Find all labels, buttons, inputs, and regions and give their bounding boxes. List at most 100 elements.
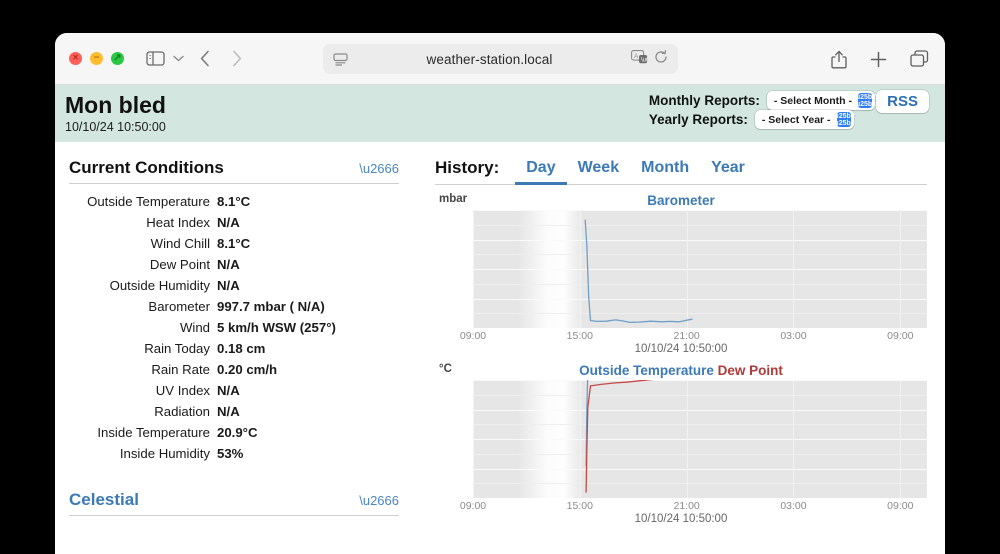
condition-label: Outside Temperature <box>87 194 210 209</box>
x-tick-label: 09:00 <box>887 330 914 342</box>
condition-label: UV Index <box>155 383 210 398</box>
condition-label: Wind Chill <box>150 236 210 251</box>
table-row: Radiation N/A <box>69 401 399 422</box>
condition-label: Dew Point <box>149 257 210 272</box>
temperature-x-labels: 09:00 15:00 21:00 03:00 09:00 <box>460 498 927 513</box>
current-conditions-title: Current Conditions <box>69 158 224 177</box>
barometer-plot-area <box>473 210 927 328</box>
chart-series-layer <box>473 210 927 328</box>
condition-value: N/A <box>217 404 240 419</box>
collapse-diamond-icon[interactable]: \u2666 <box>359 162 399 175</box>
condition-label: Outside Humidity <box>109 278 210 293</box>
condition-value: 997.7 mbar ( N/A) <box>217 299 325 314</box>
condition-value: 8.1°C <box>217 236 251 251</box>
share-icon[interactable] <box>831 50 847 69</box>
url-text: weather-station.local <box>426 51 553 67</box>
current-conditions-rows: Outside Temperature 8.1°C Heat Index N/A Win… <box>69 191 399 464</box>
close-icon: × <box>72 52 79 63</box>
tab-day[interactable]: Day <box>515 159 567 185</box>
toolbar-right-actions <box>831 33 929 85</box>
x-tick-label: 15:00 <box>566 330 593 342</box>
minimize-window-button[interactable]: − <box>90 52 103 65</box>
barometer-x-labels: 09:00 15:00 21:00 03:00 09:00 <box>460 328 927 343</box>
tab-week[interactable]: Week <box>567 159 631 185</box>
current-conditions-panel: Current Conditions \u2666 Outside Temper… <box>55 142 425 554</box>
screenshot-root: × − ↗ weather-station.local A \u6 Mon bl… <box>0 0 1000 554</box>
temperature-chart-title: Outside Temperature Dew Point <box>435 363 927 380</box>
browser-window: × − ↗ weather-station.local A \u6 Mon bl… <box>55 33 945 554</box>
condition-value: 8.1°C <box>217 194 251 209</box>
zoom-window-button[interactable]: ↗ <box>111 52 124 65</box>
minimize-icon: − <box>93 52 100 63</box>
x-tick-label: 09:00 <box>887 500 914 512</box>
condition-label: Radiation <box>154 404 210 419</box>
condition-label: Rain Today <box>144 341 210 356</box>
header-timestamp: 10/10/24 10:50:00 <box>65 119 166 134</box>
site-identity: Mon bled 10/10/24 10:50:00 <box>65 93 166 133</box>
chevron-down-icon[interactable] <box>173 55 184 62</box>
monthly-reports-row: Monthly Reports: - Select Month - \u25b2… <box>649 91 876 110</box>
condition-value: 5 km/h WSW (257°) <box>217 320 336 335</box>
series-line <box>585 220 692 322</box>
yearly-reports-select[interactable]: - Select Year - \u25b2 \u25bc <box>754 110 855 129</box>
table-row: Barometer 997.7 mbar ( N/A) <box>69 296 399 317</box>
condition-value: N/A <box>217 257 240 272</box>
condition-value: 53% <box>217 446 244 461</box>
traffic-lights: × − ↗ <box>69 52 124 65</box>
yearly-reports-label: Yearly Reports: <box>648 112 748 127</box>
address-bar[interactable]: weather-station.local A\u6587 <box>323 44 678 74</box>
barometer-chart-title: Barometer <box>647 193 715 208</box>
page-title: Mon bled <box>65 92 166 119</box>
stepper-arrows-icon: \u25b2 \u25bc <box>832 112 855 127</box>
site-header: Mon bled 10/10/24 10:50:00 Monthly Repor… <box>55 85 945 142</box>
reader-view-icon[interactable] <box>333 52 348 66</box>
chart-series-layer <box>473 380 927 498</box>
fullscreen-icon: ↗ <box>113 52 122 63</box>
browser-toolbar: × − ↗ weather-station.local A \u6 <box>55 33 945 85</box>
history-tabs: History: Day Week Month Year <box>435 158 927 185</box>
condition-label: Rain Rate <box>151 362 210 377</box>
x-tick-label: 09:00 <box>459 500 487 512</box>
condition-label: Inside Humidity <box>119 446 210 461</box>
x-tick-label: 15:00 <box>566 500 593 512</box>
history-label: History: <box>435 158 500 177</box>
tab-month[interactable]: Month <box>630 159 700 185</box>
table-row: Heat Index N/A <box>69 212 399 233</box>
tab-year[interactable]: Year <box>700 159 756 185</box>
dew-point-legend: Dew Point <box>717 363 783 378</box>
table-row: Outside Humidity N/A <box>69 275 399 296</box>
x-tick-label: 03:00 <box>780 330 807 342</box>
collapse-diamond-icon[interactable]: \u2666 <box>359 494 399 507</box>
table-row: Wind Chill 8.1°C <box>69 233 399 254</box>
table-row: Rain Today 0.18 cm <box>69 338 399 359</box>
current-conditions-header: Current Conditions \u2666 <box>69 158 399 184</box>
condition-value: 0.18 cm <box>217 341 266 356</box>
reload-icon[interactable] <box>654 49 668 69</box>
table-row: Inside Humidity 53% <box>69 443 399 464</box>
x-tick-label: 03:00 <box>780 500 807 512</box>
barometer-x-caption: 10/10/24 10:50:00 <box>634 343 728 355</box>
close-window-button[interactable]: × <box>69 52 82 65</box>
back-chevron-icon[interactable] <box>200 50 210 67</box>
temperature-chart: °C Outside Temperature Dew Point -404812… <box>435 363 927 525</box>
table-row: Outside Temperature 8.1°C <box>69 191 399 212</box>
celestial-header[interactable]: Celestial \u2666 <box>69 490 399 516</box>
rss-button[interactable]: RSS <box>876 90 929 113</box>
forward-chevron-icon[interactable] <box>232 50 242 67</box>
temperature-plot-wrap: -404812 <box>473 378 927 500</box>
yearly-reports-row: Yearly Reports: - Select Year - \u25b2 \u… <box>649 110 875 129</box>
sidebar-toggle-icon[interactable] <box>146 51 165 66</box>
condition-label: Wind <box>179 320 210 335</box>
tab-overview-icon[interactable] <box>910 50 929 68</box>
plus-icon[interactable] <box>870 51 887 68</box>
barometer-chart: mbar Barometer 9801000102010401060 09:00… <box>435 193 927 355</box>
series-line <box>586 380 690 466</box>
outside-temperature-legend: Outside Temperature <box>579 363 714 378</box>
table-row: UV Index N/A <box>69 380 399 401</box>
x-tick-label: 09:00 <box>459 330 487 342</box>
x-tick-label: 21:00 <box>673 500 700 512</box>
translate-icon[interactable]: A\u6587 <box>631 49 660 69</box>
table-row: Rain Rate 0.20 cm/h <box>69 359 399 380</box>
monthly-reports-select[interactable]: - Select Month - \u25b2 \u25bc <box>766 91 876 110</box>
barometer-plot-wrap: 9801000102010401060 <box>473 208 927 330</box>
